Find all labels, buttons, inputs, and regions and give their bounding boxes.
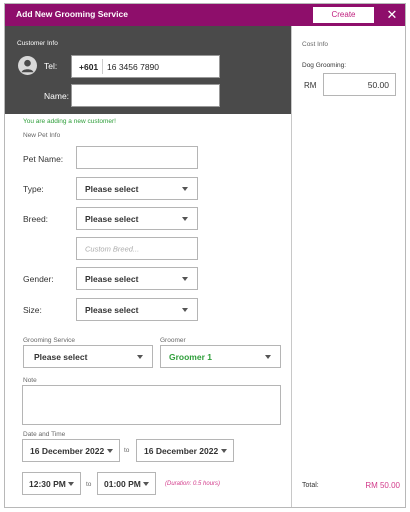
custom-breed-placeholder: Custom Breed... [85,244,140,253]
dog-grooming-cost-value: 50.00 [367,80,389,90]
breed-select[interactable]: Please select [76,207,198,230]
chevron-down-icon [68,481,74,486]
chevron-down-icon [182,307,188,312]
pet-name-label: Pet Name: [23,154,64,164]
size-select-value: Please select [85,304,139,315]
end-date-select[interactable]: 16 December 2022 [136,439,234,462]
chevron-down-icon [182,276,188,281]
add-grooming-dialog: Add New Grooming Service Create ✕ Custom… [4,3,406,508]
new-customer-message: You are adding a new customer! [23,118,116,125]
dialog-titlebar: Add New Grooming Service Create ✕ [5,4,405,26]
cost-panel: Cost Info Dog Grooming: RM 50.00 Total: … [291,26,405,507]
customer-info-title: Customer Info [17,40,58,47]
customer-info-section: Customer Info Tel: +601 16 3456 7890 Nam… [5,26,291,114]
start-time-select[interactable]: 12:30 PM [22,472,81,495]
dog-grooming-label: Dog Grooming: [302,62,347,69]
grooming-service-value: Please select [34,351,88,362]
tel-label: Tel: [44,61,58,71]
grooming-service-label: Grooming Service [23,337,76,344]
date-time-label: Date and Time [23,431,66,438]
close-icon[interactable]: ✕ [383,6,401,24]
size-select[interactable]: Please select [76,298,198,321]
chevron-down-icon [265,354,271,359]
date-to-label: to [124,447,130,454]
size-label: Size: [23,305,42,315]
breed-label: Breed: [23,214,49,224]
chevron-down-icon [137,354,143,359]
end-time-value: 01:00 PM [104,478,141,489]
currency-label: RM [304,81,317,90]
tel-field[interactable]: +601 16 3456 7890 [71,55,220,78]
groomer-value: Groomer 1 [169,351,212,362]
form-panel: Customer Info Tel: +601 16 3456 7890 Nam… [5,26,291,507]
note-textarea[interactable] [22,385,281,425]
grooming-service-select[interactable]: Please select [23,345,153,368]
total-value: RM 50.00 [365,481,400,490]
country-code: +601 [79,62,99,72]
name-input[interactable] [71,84,220,107]
dialog-title: Add New Grooming Service [16,9,128,19]
type-select[interactable]: Please select [76,177,198,200]
groomer-select[interactable]: Groomer 1 [160,345,281,368]
chevron-down-icon [182,186,188,191]
groomer-label: Groomer [160,337,186,344]
type-select-value: Please select [85,183,139,194]
type-label: Type: [23,184,44,194]
name-label: Name: [44,91,70,101]
gender-select-value: Please select [85,273,139,284]
duration-label: (Duration: 0.5 hours) [165,481,221,487]
breed-select-value: Please select [85,213,139,224]
create-button[interactable]: Create [313,7,374,23]
start-time-value: 12:30 PM [29,478,66,489]
total-label: Total: [302,482,319,489]
custom-breed-input[interactable]: Custom Breed... [76,237,198,260]
dog-grooming-cost-input[interactable]: 50.00 [323,73,396,96]
chevron-down-icon [182,216,188,221]
chevron-down-icon [107,448,113,453]
gender-label: Gender: [23,274,54,284]
start-date-value: 16 December 2022 [30,445,105,456]
user-avatar-icon [18,56,37,75]
start-date-select[interactable]: 16 December 2022 [22,439,120,462]
end-time-select[interactable]: 01:00 PM [97,472,156,495]
tel-input[interactable]: 16 3456 7890 [107,62,159,72]
note-label: Note [23,377,37,384]
chevron-down-icon [221,448,227,453]
time-to-label: to [86,481,92,488]
end-date-value: 16 December 2022 [144,445,219,456]
cost-info-title: Cost Info [302,41,329,48]
gender-select[interactable]: Please select [76,267,198,290]
chevron-down-icon [143,481,149,486]
new-pet-info-title: New Pet Info [23,132,61,139]
tel-divider [102,59,103,74]
pet-name-input[interactable] [76,146,198,169]
